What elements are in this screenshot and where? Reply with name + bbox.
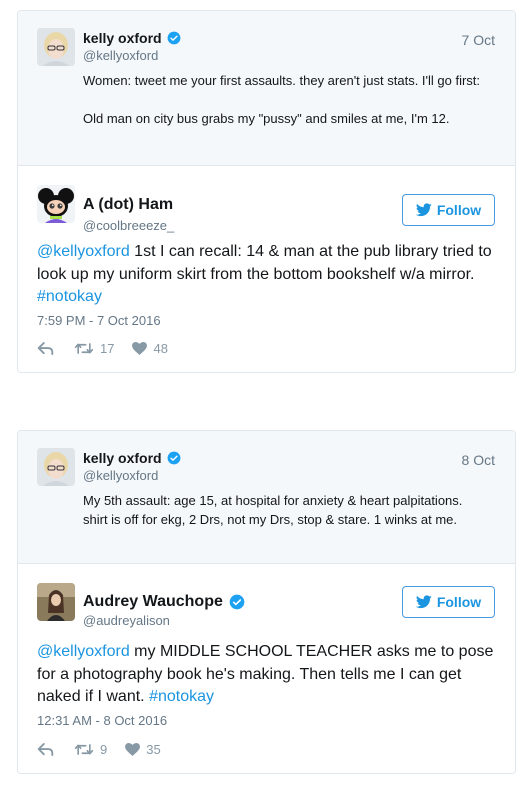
twitter-bird-icon — [415, 203, 432, 217]
verified-badge-icon — [167, 451, 181, 465]
reply-icon — [37, 743, 54, 756]
like-heart-icon — [125, 743, 141, 756]
quoted-tweet[interactable]: kelly oxford @kellyoxford 7 Oct Women: t… — [18, 11, 515, 166]
retweet-button[interactable]: 17 — [74, 341, 114, 356]
tweet-actions: 9 35 — [37, 742, 161, 757]
avatar[interactable] — [37, 583, 75, 621]
author-name[interactable]: A (dot) Ham — [83, 196, 173, 214]
twitter-bird-icon — [415, 595, 432, 609]
tweet-timestamp[interactable]: 7:59 PM - 7 Oct 2016 — [37, 313, 161, 328]
like-button[interactable]: 35 — [125, 742, 161, 757]
author-name[interactable]: Audrey Wauchope — [83, 593, 245, 611]
like-heart-icon — [132, 342, 148, 355]
like-button[interactable]: 48 — [132, 341, 168, 356]
verified-badge-icon — [167, 31, 181, 45]
follow-button[interactable]: Follow — [402, 586, 495, 618]
tweet-card: kelly oxford @kellyoxford 8 Oct My 5th a… — [17, 430, 516, 774]
tweet-actions: 17 48 — [37, 341, 168, 356]
follow-button[interactable]: Follow — [402, 194, 495, 226]
reply-button[interactable] — [37, 743, 54, 756]
quoted-author-handle[interactable]: @kellyoxford — [83, 48, 158, 63]
quoted-tweet[interactable]: kelly oxford @kellyoxford 8 Oct My 5th a… — [18, 431, 515, 564]
retweet-button[interactable]: 9 — [74, 742, 107, 757]
retweet-icon — [74, 744, 94, 755]
avatar[interactable] — [37, 28, 75, 66]
quoted-tweet-date[interactable]: 7 Oct — [462, 32, 495, 48]
quoted-author-handle[interactable]: @kellyoxford — [83, 468, 158, 483]
verified-badge-icon — [229, 594, 245, 610]
reply-icon — [37, 342, 54, 355]
author-handle[interactable]: @audreyalison — [83, 613, 170, 628]
quoted-author-name[interactable]: kelly oxford — [83, 30, 181, 46]
quoted-tweet-text: Women: tweet me your first assaults. the… — [83, 73, 481, 126]
avatar[interactable] — [37, 448, 75, 486]
like-count: 35 — [146, 742, 161, 757]
retweet-count: 17 — [100, 341, 115, 356]
like-count: 48 — [153, 341, 168, 356]
author-handle[interactable]: @coolbreeeze_ — [83, 218, 174, 233]
tweet-card: kelly oxford @kellyoxford 7 Oct Women: t… — [17, 10, 516, 373]
hashtag-link[interactable]: #notokay — [37, 288, 102, 305]
retweet-count: 9 — [100, 742, 108, 757]
tweet-text: @kellyoxford 1st I can recall: 14 & man … — [37, 243, 492, 305]
mention-link[interactable]: @kellyoxford — [37, 643, 130, 660]
reply-button[interactable] — [37, 342, 54, 355]
quoted-tweet-text: My 5th assault: age 15, at hospital for … — [83, 493, 463, 527]
quoted-author-name[interactable]: kelly oxford — [83, 450, 181, 466]
hashtag-link[interactable]: #notokay — [149, 688, 214, 705]
quoted-tweet-date[interactable]: 8 Oct — [462, 452, 495, 468]
retweet-icon — [74, 343, 94, 354]
tweet-timestamp[interactable]: 12:31 AM - 8 Oct 2016 — [37, 713, 167, 728]
tweet-text: @kellyoxford my MIDDLE SCHOOL TEACHER as… — [37, 643, 494, 705]
mention-link[interactable]: @kellyoxford — [37, 243, 130, 260]
avatar[interactable] — [37, 185, 75, 223]
